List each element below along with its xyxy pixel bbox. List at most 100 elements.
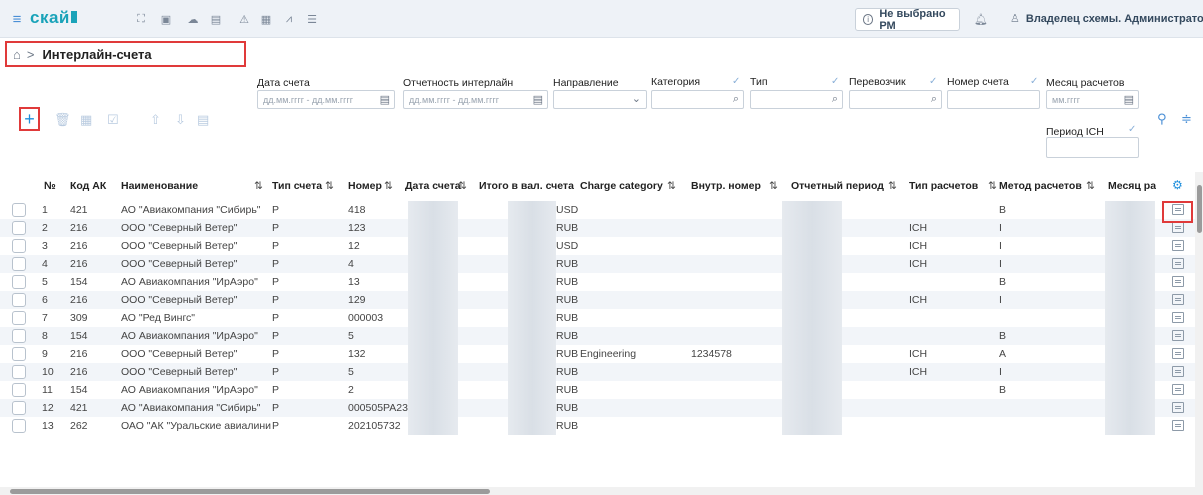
sort-icon[interactable]: ⇅ [1086,180,1095,192]
row-checkbox[interactable] [12,203,26,217]
sort-icon[interactable]: ⇅ [988,180,997,192]
column-header[interactable]: Charge category [580,180,663,192]
calendar-icon[interactable]: ▤ [533,93,543,106]
table-row[interactable]: 6 216 ООО "Северный Ветер" P 129 RUB ICH I [0,291,1195,309]
table-row[interactable]: 4 216 ООО "Северный Ветер" P 4 RUB ICH I [0,255,1195,273]
open-card-icon[interactable] [1172,312,1184,323]
checkmark-icon[interactable]: ✓ [929,76,937,87]
cloud-icon[interactable]: ☁ [185,0,201,38]
checkmark-icon[interactable]: ✓ [831,76,839,87]
expand-icon[interactable]: ⛶ [133,0,149,38]
calendar-icon[interactable]: ▤ [380,93,390,106]
column-header[interactable]: Отчетный период [791,180,884,192]
search-icon[interactable]: ⌕ [733,93,739,106]
report-range-input[interactable]: дд.мм.гггг - дд.мм.гггг ▤ [403,90,548,109]
calendar-icon[interactable]: ▤ [1124,93,1134,106]
open-card-icon[interactable] [1172,402,1184,413]
sort-icon[interactable]: ⇅ [667,180,676,192]
table-row[interactable]: 12 421 АО "Авиакомпания "Сибирь" P 000505PA2… [0,399,1195,417]
list-icon[interactable]: ☰ [304,0,320,38]
check-icon[interactable]: ☑ [107,112,119,128]
row-checkbox[interactable] [12,239,26,253]
table-row[interactable]: 3 216 ООО "Северный Ветер" P 12 USD ICH I [0,237,1195,255]
row-checkbox[interactable] [12,383,26,397]
column-header[interactable]: Внутр. номер [691,180,761,192]
open-card-icon[interactable] [1172,420,1184,431]
open-card-icon[interactable] [1172,366,1184,377]
row-checkbox[interactable] [12,293,26,307]
add-button[interactable]: + [19,107,40,131]
checkmark-icon[interactable]: ✓ [1128,124,1136,135]
type-input[interactable]: ⌕ [750,90,843,109]
row-checkbox[interactable] [12,347,26,361]
table-row[interactable]: 7 309 АО "Ред Вингс" P 000003 RUB [0,309,1195,327]
column-header[interactable]: Тип расчетов [909,180,978,192]
row-checkbox[interactable] [12,311,26,325]
month-input[interactable]: мм.гггг ▤ [1046,90,1139,109]
vertical-scroll-thumb[interactable] [1197,185,1202,233]
sort-icon[interactable]: ⇅ [384,180,393,192]
warning-icon[interactable]: ⚠ [236,0,252,38]
upload-icon[interactable]: ⇧ [150,112,161,128]
column-header[interactable]: Тип счета [272,180,322,192]
calendar-icon[interactable]: ▦ [258,0,274,38]
row-checkbox[interactable] [12,221,26,235]
sort-icon[interactable]: ⇅ [325,180,334,192]
table-row[interactable]: 2 216 ООО "Северный Ветер" P 123 RUB ICH I [0,219,1195,237]
grid-icon[interactable]: ▦ [80,112,92,128]
row-checkbox[interactable] [12,329,26,343]
gear-icon[interactable]: ⚙ [1172,178,1183,192]
sort-icon[interactable]: ⇅ [769,180,778,192]
row-checkbox[interactable] [12,257,26,271]
checkmark-icon[interactable]: ✓ [1030,76,1038,87]
open-card-icon[interactable] [1172,348,1184,359]
chart-icon[interactable]: ⩘ [281,0,297,38]
invoice-input[interactable] [947,90,1040,109]
table-row[interactable]: 13 262 ОАО "АК "Уральские авиалинии P 202105… [0,417,1195,435]
filter-icon[interactable]: ⚲ [1157,111,1167,127]
column-header[interactable]: № [44,180,56,192]
delete-icon[interactable]: 🗑︎ [54,112,71,128]
column-header[interactable]: Код АК [70,180,106,192]
sort-icon[interactable]: ⇅ [254,180,263,192]
table-row[interactable]: 5 154 АО Авиакомпания "ИрАэро" P 13 RUB B [0,273,1195,291]
column-header[interactable]: Наименование [121,180,198,192]
download-icon[interactable]: ⇩ [175,112,186,128]
menu-icon[interactable]: ≡ [8,0,26,38]
home-icon[interactable]: ⌂ [13,47,21,62]
search-icon[interactable]: ⌕ [832,93,838,106]
horizontal-scroll-thumb[interactable] [10,489,490,494]
date-range-input[interactable]: дд.мм.гггг - дд.мм.гггг ▤ [257,90,395,109]
row-checkbox[interactable] [12,275,26,289]
open-card-icon[interactable] [1172,384,1184,395]
table-row[interactable]: 10 216 ООО "Северный Ветер" P 5 RUB ICH I [0,363,1195,381]
row-checkbox[interactable] [12,401,26,415]
settings-sliders-icon[interactable]: ≑ [1181,111,1192,127]
column-header[interactable]: Номер [348,180,382,192]
bell-icon[interactable]: 🔔︎ [973,0,989,38]
open-card-icon[interactable] [1172,258,1184,269]
table-row[interactable]: 1 421 АО "Авиакомпания "Сибирь" P 418 USD B [0,201,1195,219]
open-card-icon[interactable] [1172,330,1184,341]
table-row[interactable]: 8 154 АО Авиакомпания "ИрАэро" P 5 RUB B [0,327,1195,345]
logo[interactable]: скай [30,8,77,28]
sort-icon[interactable]: ⇅ [458,180,467,192]
column-header[interactable]: Итого в вал. счета [479,180,574,192]
column-header[interactable]: Месяц рас [1108,180,1156,192]
column-header[interactable]: Дата счета [405,180,461,192]
user-menu[interactable]: ♙ Владелец схемы. Администратор [1010,12,1203,25]
direction-select[interactable]: ⌄ [553,90,647,109]
pm-button[interactable]: i Не выбрано РМ [855,8,960,32]
ich-input[interactable] [1046,137,1139,158]
report-icon[interactable]: ▤ [197,112,209,128]
category-input[interactable]: ⌕ [651,90,744,109]
checkmark-icon[interactable]: ✓ [732,76,740,87]
search-icon[interactable]: ⌕ [931,93,937,106]
open-card-icon[interactable] [1172,240,1184,251]
document-icon[interactable]: ▤ [208,0,224,38]
open-card-icon[interactable] [1172,276,1184,287]
open-card-icon[interactable] [1172,294,1184,305]
table-row[interactable]: 11 154 АО Авиакомпания "ИрАэро" P 2 RUB B [0,381,1195,399]
camera-icon[interactable]: ▣ [158,0,174,38]
sort-icon[interactable]: ⇅ [888,180,897,192]
